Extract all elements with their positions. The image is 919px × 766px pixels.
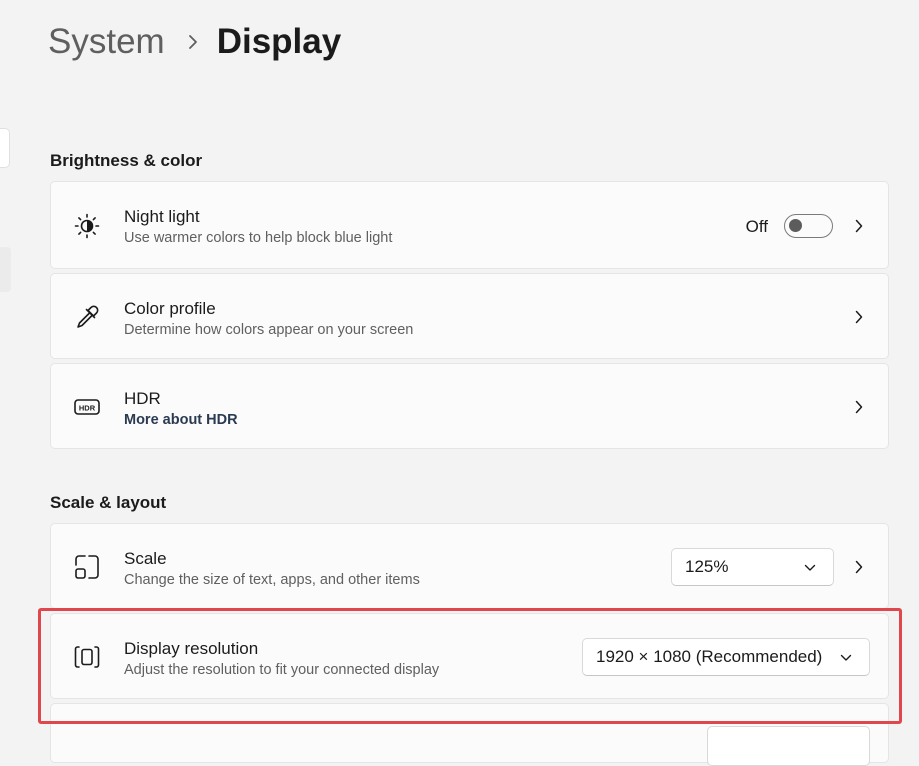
chevron-right-icon [187, 34, 199, 50]
night-light-title: Night light [124, 207, 200, 226]
brightness-icon [73, 212, 101, 240]
scale-card[interactable]: Scale Change the size of text, apps, and… [50, 523, 889, 609]
scale-title: Scale [124, 549, 167, 568]
night-light-toggle-label: Off [745, 217, 768, 236]
night-light-subtitle: Use warmer colors to help block blue lig… [124, 230, 393, 246]
hdr-learn-more-link[interactable]: More about HDR [124, 410, 238, 430]
section-title-brightness: Brightness & color [50, 151, 203, 170]
eyedropper-icon [73, 303, 101, 331]
svg-text:HDR: HDR [79, 403, 96, 412]
toggle-knob [789, 219, 802, 232]
page-title: Display [216, 22, 342, 61]
night-light-toggle[interactable] [784, 214, 833, 238]
next-setting-dropdown[interactable] [707, 726, 870, 766]
hdr-icon: HDR [73, 393, 101, 421]
breadcrumb-system-link[interactable]: System [48, 22, 165, 62]
color-profile-title: Color profile [124, 299, 216, 318]
color-profile-subtitle: Determine how colors appear on your scre… [124, 322, 414, 338]
scale-dropdown-value: 125% [685, 557, 729, 576]
chevron-right-icon[interactable] [852, 310, 866, 324]
chevron-right-icon[interactable] [852, 560, 866, 574]
chevron-right-icon[interactable] [852, 219, 866, 233]
night-light-card[interactable]: Night light Use warmer colors to help bl… [50, 181, 889, 269]
hdr-title: HDR [124, 389, 161, 408]
chevron-down-icon [803, 561, 817, 575]
scale-subtitle: Change the size of text, apps, and other… [124, 572, 420, 588]
color-profile-card[interactable]: Color profile Determine how colors appea… [50, 273, 889, 359]
section-title-scale-layout: Scale & layout [50, 493, 167, 512]
highlight-box [38, 608, 902, 724]
scale-dropdown[interactable]: 125% [671, 548, 834, 586]
nav-selected-item-edge[interactable] [0, 247, 11, 292]
hdr-card[interactable]: HDR HDR More about HDR [50, 363, 889, 449]
nav-search-box-edge[interactable] [0, 128, 10, 168]
breadcrumb: System Display [48, 22, 341, 62]
chevron-right-icon[interactable] [852, 400, 866, 414]
scale-icon [73, 553, 101, 581]
